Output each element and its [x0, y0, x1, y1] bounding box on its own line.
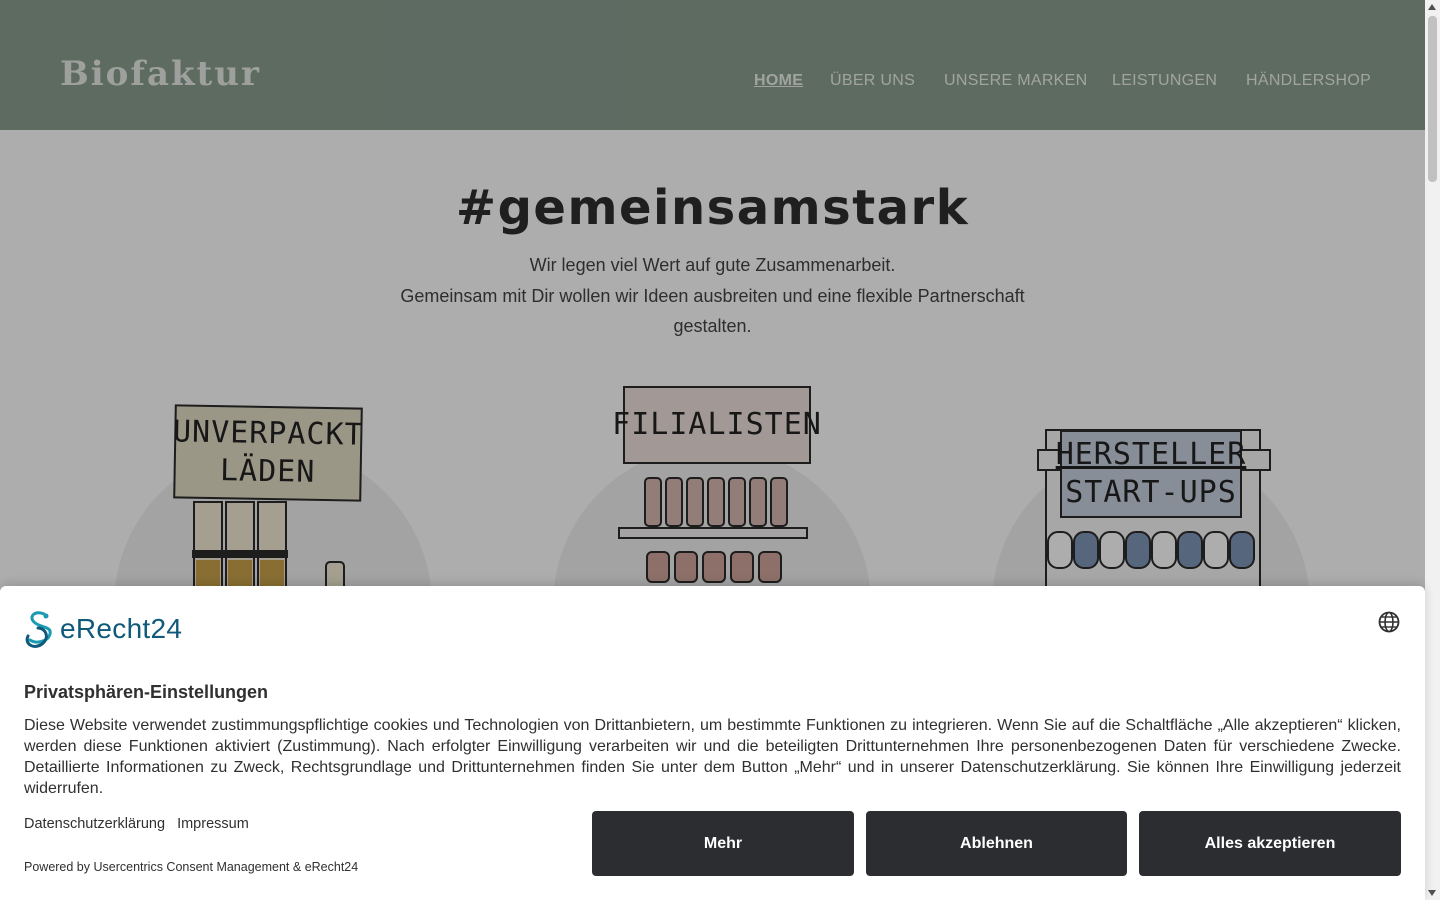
- erecht24-brand: eRecht24: [24, 610, 182, 648]
- consent-text: Diese Website verwendet zustimmungspflic…: [24, 717, 1401, 797]
- deny-button[interactable]: Ablehnen: [866, 811, 1127, 876]
- scrollbar[interactable]: [1425, 0, 1440, 900]
- privacy-link[interactable]: Datenschutzerklärung: [24, 816, 165, 832]
- globe-icon[interactable]: [1378, 611, 1400, 633]
- scroll-down-arrow-icon[interactable]: [1428, 890, 1436, 896]
- more-button[interactable]: Mehr: [592, 811, 854, 876]
- consent-banner: eRecht24 Privatsphären-Einstellungen Die…: [0, 586, 1425, 900]
- brand-name: eRecht24: [60, 613, 183, 644]
- erecht24-logo-icon: [25, 611, 52, 648]
- consent-title: Privatsphären-Einstellungen: [24, 682, 269, 702]
- scroll-up-arrow-icon[interactable]: [1428, 4, 1436, 10]
- scroll-thumb[interactable]: [1428, 16, 1437, 182]
- consent-links: Datenschutzerklärung Impressum: [24, 816, 249, 832]
- accept-all-button[interactable]: Alles akzeptieren: [1139, 811, 1401, 876]
- imprint-link[interactable]: Impressum: [177, 816, 249, 832]
- powered-by-text: Powered by Usercentrics Consent Manageme…: [24, 860, 359, 874]
